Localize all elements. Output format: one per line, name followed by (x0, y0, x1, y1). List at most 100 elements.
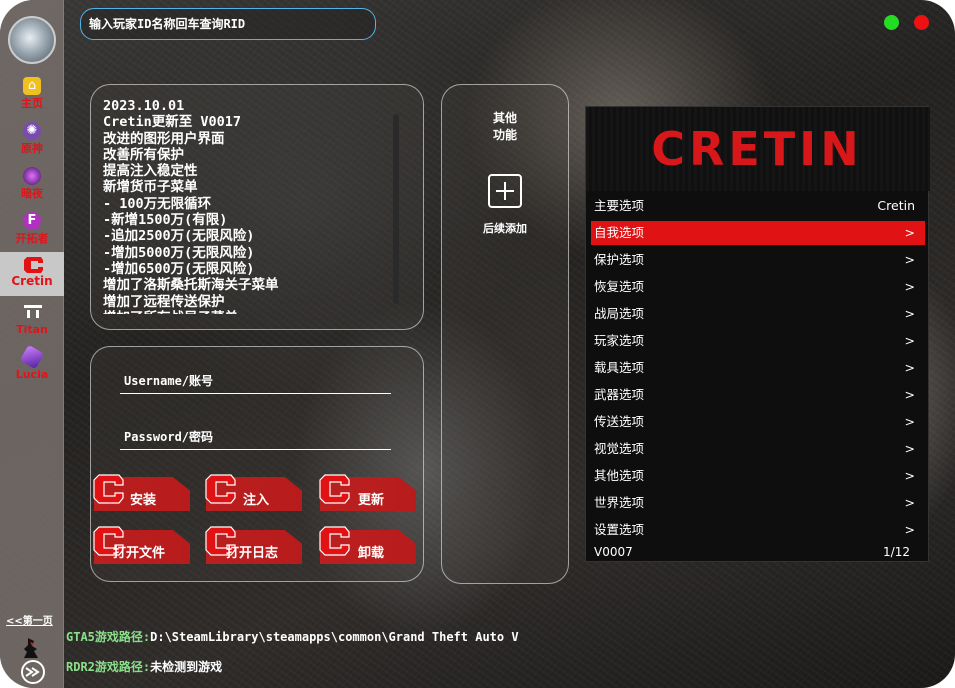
changelog-line: -新增1500万(有限) (103, 212, 228, 229)
changelog-line: 增加了洛斯桑托斯海关子菜单 (103, 277, 279, 294)
scroll-thumb[interactable] (393, 114, 399, 304)
inject-label: 注入 (243, 493, 270, 508)
menu-row[interactable]: 视觉选项 > (591, 437, 925, 461)
changelog-scrollbar[interactable] (391, 106, 401, 314)
avatar[interactable] (8, 16, 56, 64)
sidebar-item-lucia[interactable]: Lucia (0, 344, 64, 389)
other-functions-panel (441, 84, 569, 584)
menu-row[interactable]: 武器选项 > (591, 383, 925, 407)
next-arrow-icon[interactable] (18, 660, 46, 684)
sidebar-item-cretin[interactable]: Cretin (0, 252, 64, 296)
password-field[interactable]: Password/密码 (124, 428, 213, 445)
gta5-path-label: GTA5游戏路径: (66, 630, 151, 644)
rdr2-path-line: RDR2游戏路径:未检测到游戏 (66, 658, 222, 675)
username-underline (120, 393, 391, 394)
sidebar-item-label: 开拓者 (15, 232, 49, 245)
open-log-label: 打开日志 (226, 546, 279, 561)
menu-row[interactable]: 传送选项 > (591, 410, 925, 434)
menu-brand-text: CRETIN (651, 122, 863, 175)
menu-row[interactable]: 世界选项 > (591, 491, 925, 515)
chevron-right-icon: > (904, 522, 915, 537)
chevron-right-icon: > (904, 252, 915, 267)
titan-logo-icon (23, 303, 42, 321)
rdr2-path-value[interactable]: 未检测到游戏 (150, 660, 222, 674)
changelog-line: -追加2500万(无限风险) (103, 228, 255, 245)
cretin-logo-icon (93, 474, 124, 504)
chevron-right-icon: > (904, 468, 915, 483)
sidebar-item-label: Lucia (15, 368, 49, 381)
lucia-gem-icon (19, 344, 45, 370)
chevron-right-icon: > (904, 279, 915, 294)
chevron-right-icon: > (904, 495, 915, 510)
menu-row[interactable]: 载具选项 > (591, 356, 925, 380)
menu-row[interactable]: 恢复选项 > (591, 275, 925, 299)
chevron-right-icon: > (904, 225, 915, 240)
sidebar-item-label: 主页 (21, 97, 43, 110)
menu-row[interactable]: 其他选项 > (591, 464, 925, 488)
menu-row-label: 武器选项 (594, 387, 645, 402)
menu-row-label: 保护选项 (594, 252, 645, 267)
add-function-label: 后续添加 (483, 222, 527, 235)
sidebar-item-label: Titan (16, 323, 48, 336)
sidebar-item-label: 暗夜 (21, 187, 43, 200)
other-title-line1: 其他 (492, 111, 517, 125)
sidebar-item-yuanshen[interactable]: ✺ 原神 (0, 119, 64, 163)
cretin-logo-icon (205, 474, 236, 504)
changelog-line: -增加5000万(无限风险) (103, 244, 255, 261)
add-function-button[interactable] (488, 174, 522, 208)
changelog-line: 改进的图形用户界面 (103, 130, 225, 147)
changelog-line: 增加了远程传送保护 (103, 293, 225, 310)
menu-row-label: 载具选项 (594, 360, 645, 375)
orb-icon (23, 167, 41, 185)
menu-row[interactable]: 自我选项 > (591, 221, 925, 245)
gta5-path-line: GTA5游戏路径:D:\SteamLibrary\steamapps\commo… (66, 628, 519, 645)
menu-row-label: 其他选项 (594, 468, 645, 483)
menu-version: V0007 (594, 545, 633, 559)
sidebar-item-titan[interactable]: Titan (0, 300, 64, 344)
f-badge-icon: F (23, 212, 41, 230)
menu-row[interactable]: 战局选项 > (591, 302, 925, 326)
chevron-right-icon: > (904, 414, 915, 429)
changelog-line: Cretin更新至 V0017 (103, 114, 242, 131)
menu-row-label: 世界选项 (594, 495, 645, 510)
menu-row[interactable]: 设置选项 > (591, 518, 925, 542)
open-file-label: 打开文件 (113, 546, 166, 561)
sidebar-item-kaituozhe[interactable]: F 开拓者 (0, 209, 64, 253)
sidebar-item-anye[interactable]: 暗夜 (0, 164, 64, 208)
changelog-line: 2023.10.01 (103, 98, 185, 114)
cretin-brand-logo: CRETIN (651, 122, 863, 175)
changelog-line: 增加了所有战局子菜单 (103, 310, 387, 314)
menu-row-value: Cretin (877, 198, 915, 213)
changelog-line: 新增货币子菜单 (103, 179, 198, 196)
close-dot-icon[interactable] (914, 15, 929, 30)
cretin-logo-icon (23, 255, 43, 273)
menu-row-label: 自我选项 (594, 225, 645, 240)
changelog-line: -增加6500万(无限风险) (103, 260, 255, 277)
changelog-line: 改善所有保护 (103, 146, 184, 163)
username-field[interactable]: Username/账号 (124, 372, 213, 389)
menu-row[interactable]: 保护选项 > (591, 248, 925, 272)
cretin-logo-icon (319, 474, 350, 504)
changelog-line: - 100万无限循环 (103, 195, 212, 212)
changelog-text: 2023.10.01 Cretin更新至 V0017 改进的图形用户界面 改善所有保护… (103, 98, 387, 314)
player-search-input[interactable]: 输入玩家ID名称回车查询RID (80, 8, 376, 40)
prev-page-link[interactable]: <<第一页 (6, 612, 53, 627)
menu-row-label: 传送选项 (594, 414, 645, 429)
menu-page-indicator: 1/12 (883, 545, 910, 559)
character-icon[interactable] (18, 636, 46, 660)
menu-row-label: 战局选项 (594, 306, 645, 321)
mod-menu-preview: CRETIN 主要选项 Cretin 自我选项 > 保护选项 > 恢复选项 > 战局选项 > 玩家选… (585, 106, 930, 562)
chevron-right-icon: > (904, 306, 915, 321)
menu-row[interactable]: 主要选项 Cretin (591, 194, 925, 218)
gta5-path-value[interactable]: D:\SteamLibrary\steamapps\common\Grand T… (150, 630, 518, 644)
cretin-logo-icon (319, 526, 350, 556)
sidebar-item-home[interactable]: ⌂ 主页 (0, 74, 64, 118)
sidebar: ⌂ 主页 ✺ 原神 暗夜 F 开拓者 Cretin Titan Lucia <<… (0, 0, 64, 688)
uninstall-label: 卸载 (358, 546, 385, 561)
menu-row[interactable]: 玩家选项 > (591, 329, 925, 353)
menu-header: CRETIN (586, 107, 930, 191)
update-label: 更新 (358, 493, 385, 508)
maximize-dot-icon[interactable] (884, 15, 899, 30)
chevron-right-icon: > (904, 333, 915, 348)
chevron-right-icon: > (904, 441, 915, 456)
